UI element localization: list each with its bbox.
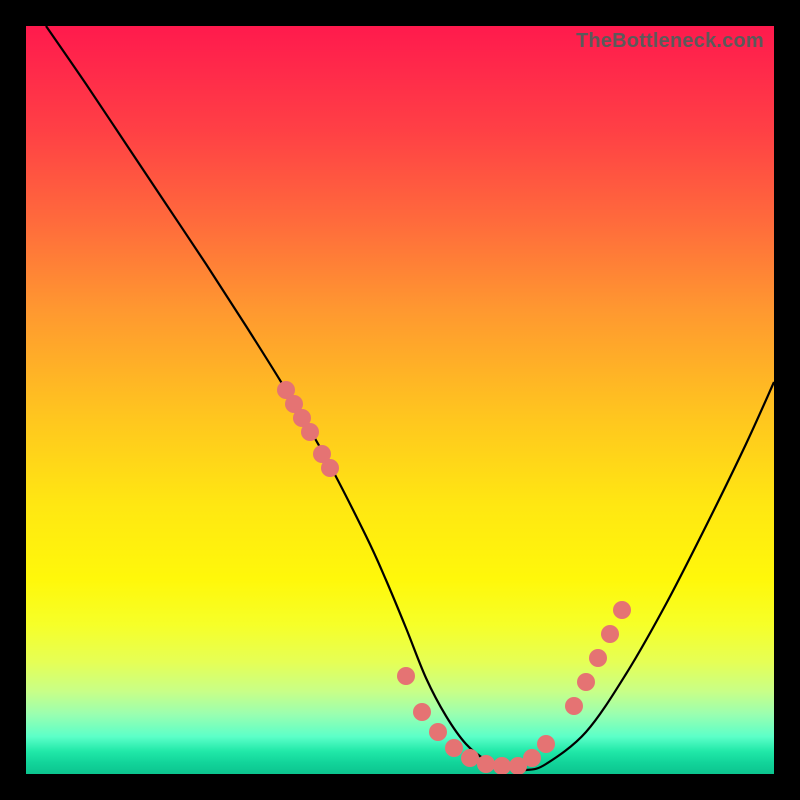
marker-dot	[577, 673, 595, 691]
marker-dot	[589, 649, 607, 667]
marker-dot	[429, 723, 447, 741]
marker-dot	[523, 749, 541, 767]
bottleneck-curve	[46, 26, 774, 770]
marker-dot	[537, 735, 555, 753]
plot-area: TheBottleneck.com	[26, 26, 774, 774]
curve-layer	[26, 26, 774, 774]
chart-frame: TheBottleneck.com	[0, 0, 800, 800]
marker-dot	[301, 423, 319, 441]
marker-dot	[477, 755, 495, 773]
marker-dot	[445, 739, 463, 757]
marker-dot	[565, 697, 583, 715]
marker-dot	[461, 749, 479, 767]
marker-dot	[413, 703, 431, 721]
marker-dot	[601, 625, 619, 643]
curve-line	[46, 26, 774, 770]
marker-dot	[397, 667, 415, 685]
marker-dot	[321, 459, 339, 477]
marker-dot	[493, 757, 511, 774]
marker-dot	[613, 601, 631, 619]
marker-dots	[277, 381, 631, 774]
